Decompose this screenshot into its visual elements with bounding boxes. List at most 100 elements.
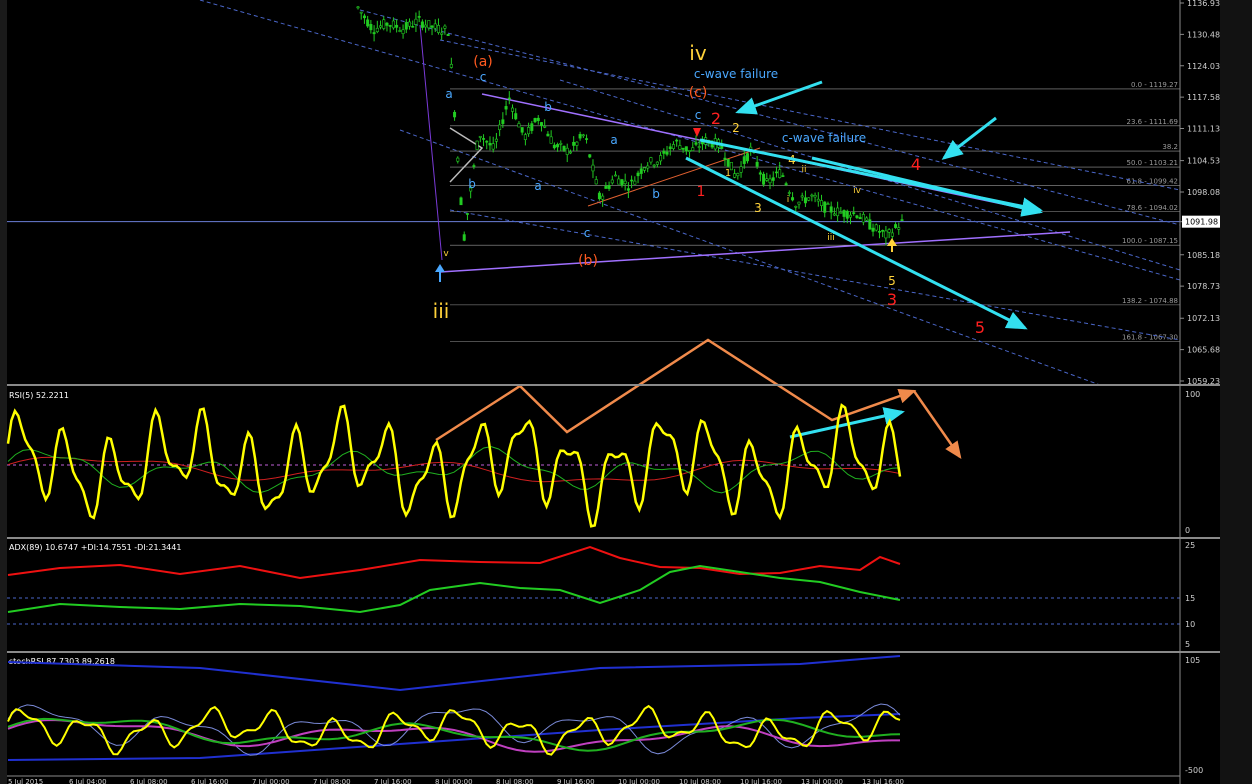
subwave-3-label: 3 [754, 201, 762, 215]
price-tick-label: 1098.08 [1187, 188, 1220, 197]
candle-body [762, 173, 766, 185]
time-label: 10 Jul 00:00 [618, 778, 660, 784]
candle-body [691, 147, 695, 151]
adx-label: ADX(89) 10.6747 +DI:14.7551 -DI:21.3441 [9, 543, 181, 552]
candle-body [826, 203, 830, 206]
candle-body [890, 232, 894, 237]
subwave-5-label: 5 [888, 274, 896, 288]
candle-body [362, 15, 366, 19]
candle-body [581, 134, 585, 137]
candle-body [739, 166, 743, 173]
candle-body [614, 174, 618, 177]
candle-body [858, 217, 862, 220]
candle-body [723, 157, 727, 160]
candle-body [655, 161, 659, 165]
subwave-v-label: v [443, 249, 449, 259]
candle-body [408, 21, 412, 27]
candle-body [533, 118, 537, 123]
candle-body [881, 229, 885, 232]
candle-body [781, 175, 785, 177]
candle-body [459, 197, 463, 206]
subwave-iii-label: iii [827, 233, 835, 243]
candle-body [601, 195, 605, 200]
candle-body [443, 25, 447, 29]
price-tick-label: 1130.48 [1187, 30, 1220, 39]
candle-body [720, 145, 724, 149]
wave-c-small: c [480, 70, 487, 84]
candle-body [527, 127, 531, 135]
candle-body [791, 197, 795, 201]
candle-body [359, 11, 363, 14]
candle-body [430, 25, 434, 28]
candle-body [433, 23, 437, 29]
candle-body [807, 197, 811, 201]
subwave-i-label: i [787, 195, 790, 205]
price-tick-label: 1111.13 [1187, 125, 1220, 134]
candle-body [820, 200, 824, 206]
price-tick-label: 1136.93 [1187, 0, 1220, 8]
candle-body [520, 127, 524, 133]
wave-b-paren: (b) [578, 253, 598, 269]
candle-body [630, 179, 634, 182]
candle-body [852, 212, 856, 214]
candle-body [417, 16, 421, 18]
candle-body [774, 171, 778, 174]
candle-body [823, 201, 827, 213]
candle-body [842, 210, 846, 217]
candle-body [543, 125, 547, 128]
candle-body [839, 211, 843, 214]
candle-body [887, 229, 891, 233]
cwave-failure-label-1: c-wave failure [694, 67, 778, 81]
candle-body [465, 213, 469, 215]
candle-body [745, 153, 749, 162]
wave-c-small-2: c [695, 108, 702, 122]
wave-3-label: 3 [887, 290, 897, 309]
candle-body [848, 214, 852, 218]
time-label: 7 Jul 00:00 [252, 778, 290, 784]
candle-body [733, 173, 737, 178]
wave-1-label: 1 [697, 184, 706, 200]
candle-body [894, 224, 898, 228]
wave-b-small-2: b [468, 177, 476, 191]
candle-body [568, 151, 572, 154]
candle-body [829, 206, 833, 213]
candle-body [768, 178, 772, 184]
candle-body [517, 123, 521, 128]
candle-body [440, 32, 444, 35]
candle-body [668, 146, 672, 150]
time-label: 13 Jul 00:00 [801, 778, 843, 784]
candle-body [375, 27, 379, 33]
candle-body [684, 146, 688, 152]
candle-body [585, 138, 589, 140]
candle-body [420, 21, 424, 28]
candle-body [874, 224, 878, 231]
candle-body [816, 198, 820, 202]
candle-body [594, 179, 598, 185]
candle-body [597, 192, 601, 200]
time-label: 9 Jul 16:00 [557, 778, 595, 784]
candle-body [565, 147, 569, 155]
candle-body [472, 165, 476, 167]
wave-c-small-3: c [584, 226, 591, 240]
candle-body [652, 164, 656, 167]
wave-a-small-2: a [534, 179, 541, 193]
wave-c-paren: (c) [689, 85, 708, 101]
trading-chart[interactable]: 0.0 - 1119.27 23.6 - 1111.69 38.2 50.0 - 11… [0, 0, 1252, 784]
price-tick-label: 1072.13 [1187, 314, 1220, 323]
price-tick-label: 1104.53 [1187, 157, 1220, 166]
candle-body [523, 134, 527, 140]
candle-body [366, 19, 370, 27]
candle-body [639, 168, 643, 174]
time-label: 8 Jul 00:00 [435, 778, 473, 784]
candle-body [688, 150, 692, 152]
candle-body [642, 167, 646, 171]
wave-iii-label: iii [433, 299, 450, 323]
candle-body [736, 173, 740, 177]
fib-label: 50.0 - 1103.21 [1126, 159, 1178, 167]
rsi-label: RSI(5) 52.2211 [9, 391, 69, 400]
candle-body [411, 26, 415, 28]
fib-label: 0.0 - 1119.27 [1131, 81, 1178, 89]
candle-body [575, 141, 579, 146]
wave-4-label: 4 [911, 155, 921, 174]
candle-body [588, 154, 592, 158]
